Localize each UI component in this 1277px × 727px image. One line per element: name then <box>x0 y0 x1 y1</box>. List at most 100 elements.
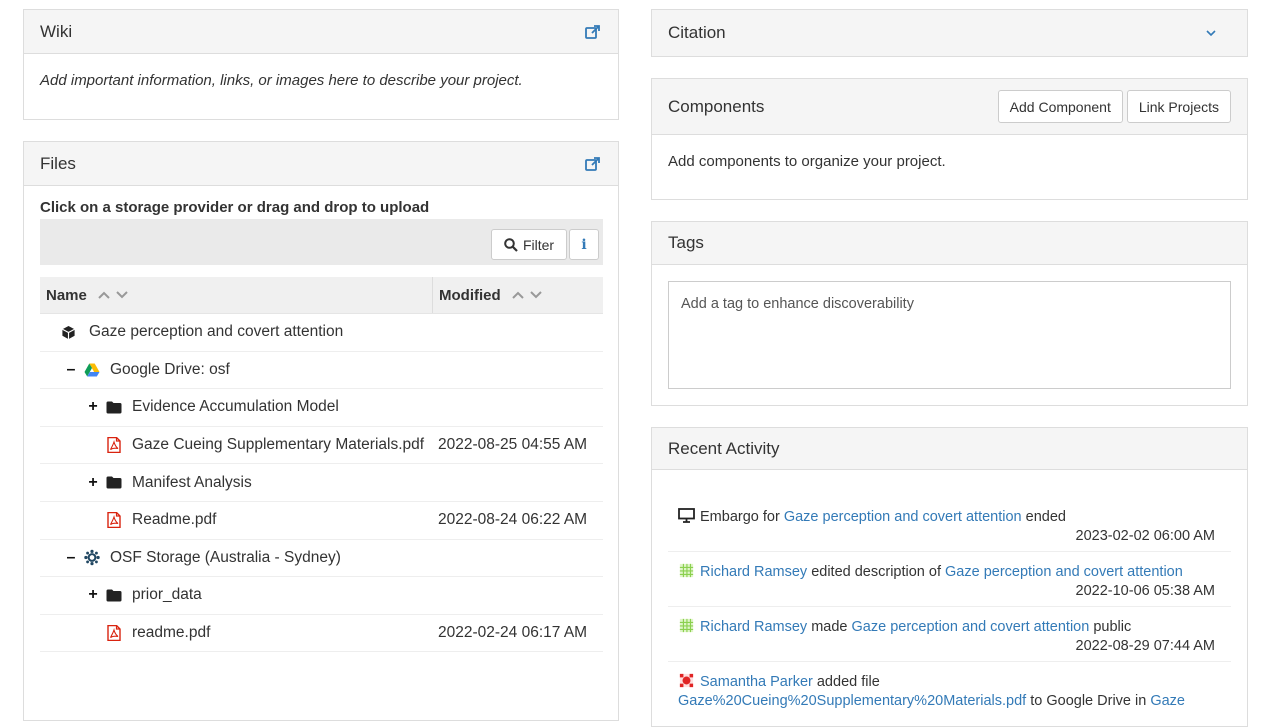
wiki-title: Wiki <box>40 21 73 41</box>
sort-icons <box>97 290 129 300</box>
monitor-icon <box>678 508 695 523</box>
file-name: Readme.pdf <box>132 511 217 529</box>
activity-file-link[interactable]: Gaze%20Cueing%20Supplementary%20Material… <box>678 693 1026 709</box>
components-body: Add components to organize your project. <box>668 153 946 170</box>
tags-title: Tags <box>668 233 704 252</box>
recent-activity-panel: Recent Activity Embargo for Gaze percept… <box>651 427 1248 727</box>
activity-text: made <box>807 619 852 635</box>
file-name: Google Drive: osf <box>110 360 230 378</box>
sort-ascending-icon[interactable] <box>97 290 111 300</box>
info-button[interactable]: i <box>569 229 599 260</box>
sort-ascending-icon[interactable] <box>511 290 525 300</box>
chevron-down-icon[interactable] <box>1205 29 1217 37</box>
file-row[interactable]: + prior_data <box>40 577 603 615</box>
user-avatar-icon <box>679 673 694 688</box>
activity-project-link[interactable]: Gaze perception and covert attention <box>784 509 1022 525</box>
file-name: Evidence Accumulation Model <box>132 398 339 416</box>
column-modified[interactable]: Modified <box>433 277 603 313</box>
search-icon <box>504 237 518 252</box>
file-modified: 2022-08-25 04:55 AM <box>438 436 588 454</box>
collapse-toggle[interactable]: – <box>65 361 77 379</box>
files-panel: Files Click on a storage provider or dra… <box>23 141 619 721</box>
file-modified: 2022-08-24 06:22 AM <box>438 511 588 529</box>
activity-text: to Google Drive in <box>1026 693 1151 709</box>
file-name: Gaze Cueing Supplementary Materials.pdf <box>132 436 425 454</box>
files-toolbar: Filter i <box>40 219 603 265</box>
activity-user-link[interactable]: Samantha Parker <box>700 674 813 690</box>
files-title: Files <box>40 153 76 173</box>
google-drive-icon <box>84 362 100 378</box>
citation-panel-heading[interactable]: Citation <box>652 10 1247 56</box>
files-panel-heading: Files <box>24 142 618 186</box>
activity-timestamp: 2023-02-02 06:00 AM <box>1075 528 1215 544</box>
file-name: readme.pdf <box>132 624 211 642</box>
external-link-icon[interactable] <box>584 155 602 173</box>
activity-text: ended <box>1021 509 1066 525</box>
citation-panel[interactable]: Citation <box>651 9 1248 57</box>
file-name: Manifest Analysis <box>132 473 252 491</box>
wiki-panel: Wiki Add important information, links, o… <box>23 9 619 120</box>
activity-item: Richard Ramsey edited description of Gaz… <box>668 563 1231 601</box>
folder-icon <box>106 587 122 603</box>
file-row[interactable]: + Manifest Analysis <box>40 464 603 502</box>
components-title: Components <box>668 96 765 116</box>
user-avatar-icon <box>679 618 694 633</box>
file-modified: 2022-02-24 06:17 AM <box>438 624 588 642</box>
column-name[interactable]: Name <box>40 277 433 313</box>
components-actions: Add Component Link Projects <box>997 90 1231 123</box>
activity-text: edited description of <box>807 564 946 580</box>
activity-user-link[interactable]: Richard Ramsey <box>700 619 807 635</box>
tag-input[interactable]: Add a tag to enhance discoverability <box>668 281 1231 389</box>
file-row[interactable]: + Evidence Accumulation Model <box>40 389 603 427</box>
file-row[interactable]: Readme.pdf 2022-08-24 06:22 AM <box>40 502 603 540</box>
pdf-file-icon <box>106 437 122 454</box>
activity-user-link[interactable]: Richard Ramsey <box>700 564 807 580</box>
external-link-icon[interactable] <box>584 23 602 41</box>
add-component-button[interactable]: Add Component <box>997 90 1123 123</box>
activity-text: added file <box>812 674 880 690</box>
activity-text: public <box>1089 619 1132 635</box>
project-cube-icon <box>60 324 76 340</box>
filter-label: Filter <box>522 236 555 253</box>
activity-divider <box>668 551 1231 552</box>
link-projects-button[interactable]: Link Projects <box>1126 90 1231 123</box>
sort-descending-icon[interactable] <box>115 290 129 300</box>
column-modified-label: Modified <box>439 286 501 304</box>
files-grid-header: Name Modified <box>40 277 603 314</box>
file-row[interactable]: Gaze perception and covert attention <box>40 314 603 352</box>
activity-project-link[interactable]: Gaze perception and covert attention <box>852 619 1090 635</box>
info-icon: i <box>581 236 587 253</box>
file-row[interactable]: – OSF Storage (Australia - Sydney) <box>40 540 603 578</box>
tags-panel: Tags Add a tag to enhance discoverabilit… <box>651 221 1248 406</box>
recent-activity-heading: Recent Activity <box>652 428 1247 470</box>
recent-activity-title: Recent Activity <box>668 438 780 458</box>
activity-item: Embargo for Gaze perception and covert a… <box>668 508 1231 546</box>
sort-icons <box>511 290 543 300</box>
file-row[interactable]: – Google Drive: osf <box>40 352 603 390</box>
file-row[interactable]: readme.pdf 2022-02-24 06:17 AM <box>40 615 603 653</box>
tags-panel-heading: Tags <box>652 222 1247 265</box>
filter-button[interactable]: Filter <box>491 229 567 260</box>
components-panel: Components Add Component Link Projects A… <box>651 78 1248 200</box>
pdf-file-icon <box>106 512 122 529</box>
activity-timestamp: 2022-10-06 05:38 AM <box>1075 583 1215 599</box>
wiki-panel-heading: Wiki <box>24 10 618 54</box>
citation-title: Citation <box>668 23 726 42</box>
expand-toggle[interactable]: + <box>87 474 99 492</box>
pdf-file-icon <box>106 625 122 642</box>
collapse-toggle[interactable]: – <box>65 549 77 567</box>
activity-item: Samantha Parker added file Gaze%20Cueing… <box>668 673 1231 711</box>
files-grid: Name Modified Gaze perception and covert… <box>40 277 603 653</box>
activity-text: Embargo for <box>700 509 784 525</box>
activity-divider <box>668 661 1231 662</box>
components-panel-heading: Components Add Component Link Projects <box>652 79 1247 135</box>
activity-project-link[interactable]: Gaze perception and covert attention <box>945 564 1183 580</box>
expand-toggle[interactable]: + <box>87 398 99 416</box>
expand-toggle[interactable]: + <box>87 586 99 604</box>
column-name-label: Name <box>46 286 87 304</box>
upload-hint: Click on a storage provider or drag and … <box>40 199 430 216</box>
sort-descending-icon[interactable] <box>529 290 543 300</box>
file-row[interactable]: Gaze Cueing Supplementary Materials.pdf … <box>40 427 603 465</box>
user-avatar-icon <box>679 563 694 578</box>
activity-project-link[interactable]: Gaze <box>1150 693 1185 709</box>
